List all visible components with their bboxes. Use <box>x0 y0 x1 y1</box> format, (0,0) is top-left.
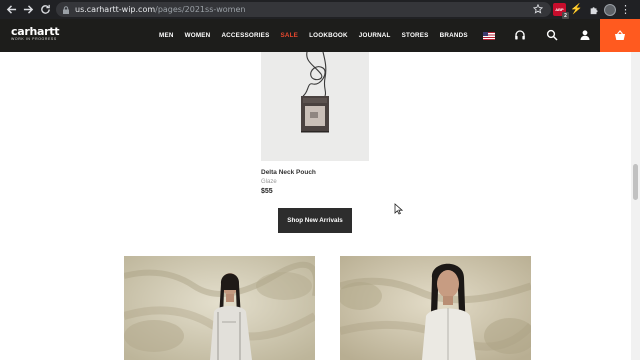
neck-pouch-illustration <box>301 52 329 133</box>
logo-wordmark: carhartt <box>11 25 60 38</box>
browser-toolbar: us.carhartt-wip.com/pages/2021ss-women A… <box>0 0 640 19</box>
forward-arrow-icon <box>23 5 34 14</box>
search-icon[interactable] <box>546 29 558 41</box>
nav-sale[interactable]: SALE <box>280 32 298 39</box>
mouse-cursor-icon <box>394 203 403 215</box>
product-card[interactable]: Delta Neck Pouch Glaze $55 <box>261 52 369 195</box>
model-photo-left <box>124 256 315 360</box>
reload-icon <box>41 4 50 14</box>
site-header: carhartt WORK IN PROGRESS MEN WOMEN ACCE… <box>0 19 640 52</box>
account-icon[interactable] <box>579 29 591 41</box>
basket-icon <box>615 30 625 40</box>
extensions-area: ABP 2 ⚡ ⋮ <box>553 0 631 19</box>
puzzle-extensions-icon[interactable] <box>587 3 600 16</box>
product-name[interactable]: Delta Neck Pouch <box>261 169 316 176</box>
nav-men[interactable]: MEN <box>159 32 174 39</box>
nav-journal[interactable]: JOURNAL <box>359 32 391 39</box>
us-flag-icon[interactable] <box>482 31 495 40</box>
lock-icon <box>63 5 69 14</box>
nav-lookbook[interactable]: LOOKBOOK <box>309 32 348 39</box>
adblock-extension-icon[interactable]: ABP 2 <box>553 3 569 19</box>
address-bar[interactable]: us.carhartt-wip.com/pages/2021ss-women <box>56 2 551 17</box>
carhartt-logo[interactable]: carhartt WORK IN PROGRESS <box>11 26 59 42</box>
headphones-icon[interactable] <box>514 29 526 41</box>
back-button[interactable] <box>3 0 20 19</box>
product-price: $55 <box>261 188 273 195</box>
nav-stores[interactable]: STORES <box>402 32 429 39</box>
nav-brands[interactable]: BRANDS <box>440 32 468 39</box>
cart-button[interactable] <box>600 19 640 52</box>
nav-women[interactable]: WOMEN <box>185 32 211 39</box>
bookmark-star-icon[interactable] <box>533 4 543 14</box>
editorial-image-right[interactable] <box>340 256 531 360</box>
model-photo-right <box>340 256 531 360</box>
url-domain: us.carhartt-wip.com <box>75 5 156 14</box>
page-scrollbar[interactable] <box>631 52 640 360</box>
profile-avatar[interactable] <box>604 3 616 16</box>
url-path: /pages/2021ss-women <box>155 5 246 14</box>
extension-badge: 2 <box>562 12 569 19</box>
reload-button[interactable] <box>37 0 54 19</box>
product-image[interactable] <box>261 52 369 161</box>
bolt-extension-icon[interactable]: ⚡ <box>570 3 583 16</box>
shop-new-arrivals-button[interactable]: Shop New Arrivals <box>278 208 352 233</box>
main-nav: MEN WOMEN ACCESSORIES SALE LOOKBOOK JOUR… <box>159 19 495 52</box>
forward-button[interactable] <box>20 0 37 19</box>
editorial-image-left[interactable] <box>124 256 315 360</box>
logo-tagline: WORK IN PROGRESS <box>11 37 57 41</box>
nav-accessories[interactable]: ACCESSORIES <box>221 32 269 39</box>
product-color: Glaze <box>261 179 277 185</box>
scrollbar-thumb[interactable] <box>633 164 638 200</box>
back-arrow-icon <box>6 5 17 14</box>
browser-menu-icon[interactable]: ⋮ <box>620 3 631 16</box>
